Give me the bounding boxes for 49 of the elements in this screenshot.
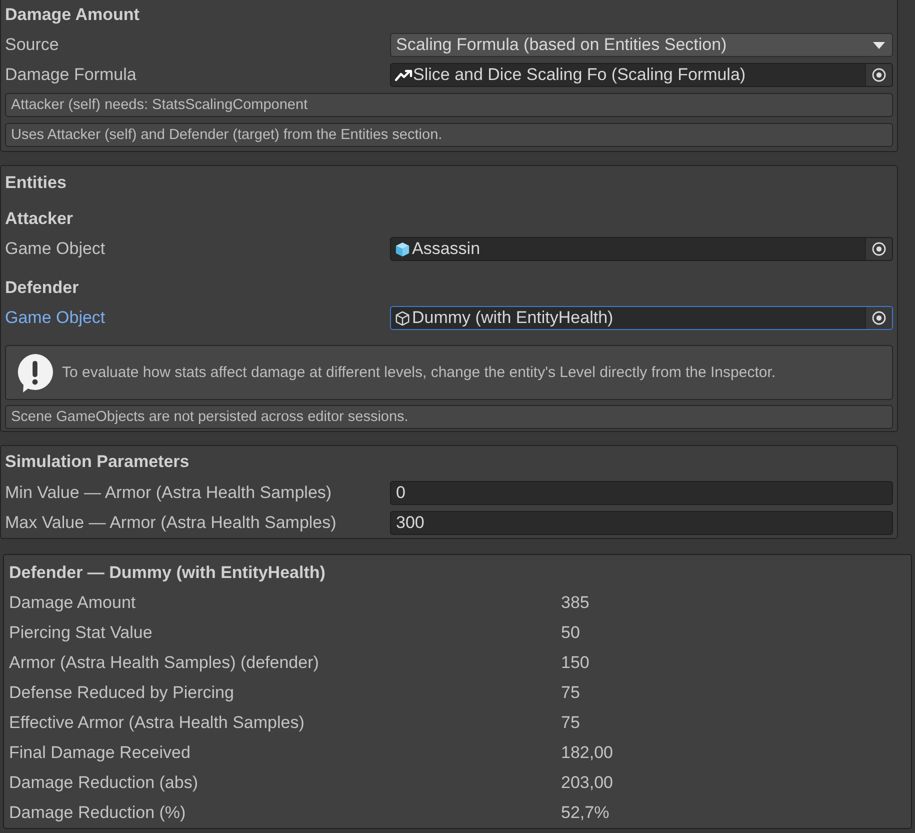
help-note: Scene GameObjects are not persisted across editor sessions. [5, 405, 893, 429]
object-picker-button[interactable] [865, 64, 892, 86]
object-field[interactable]: Assassin [390, 237, 893, 261]
field-label: Max Value — Armor (Astra Health Samples) [4, 513, 336, 533]
formula-field[interactable]: Slice and Dice Scaling Fo (Scaling Formula) [390, 63, 893, 87]
section-title: Damage Amount [4, 4, 140, 26]
warning-text: To evaluate how stats affect damage at different levels, change the entity's Level directly from the Inspector. [62, 364, 776, 381]
help-note: Attacker (self) needs: StatsScalingComponent [5, 93, 893, 117]
field-label: Min Value — Armor (Astra Health Samples) [4, 483, 332, 503]
result-label: Damage Reduction (abs) [9, 773, 198, 793]
result-label: Damage Amount [9, 593, 136, 613]
section-title: Entities [4, 172, 66, 194]
object-picker-button[interactable] [865, 238, 892, 260]
result-label: Armor (Astra Health Samples) (defender) [9, 653, 319, 673]
result-value: 52,7% [561, 803, 610, 823]
field-label: Damage Formula [4, 65, 136, 85]
object-field[interactable]: Dummy (with EntityHealth) [390, 306, 893, 330]
result-value: 75 [561, 683, 580, 703]
section-title: Simulation Parameters [4, 451, 190, 473]
result-value: 182,00 [561, 743, 613, 763]
field-label: Source [4, 35, 59, 55]
results-title: Defender — Dummy (with EntityHealth) [9, 562, 326, 584]
dropdown[interactable]: Scaling Formula (based on Entities Section) [390, 33, 893, 57]
result-value: 75 [561, 713, 580, 733]
object-picker-button[interactable] [865, 307, 892, 329]
cube-icon [395, 242, 410, 256]
group-title: Defender [4, 277, 79, 299]
trend-line-icon [395, 69, 413, 81]
result-value: 50 [561, 623, 580, 643]
result-value: 203,00 [561, 773, 613, 793]
caret-icon [873, 42, 885, 48]
cube-outline-icon [395, 310, 410, 326]
result-label: Defense Reduced by Piercing [9, 683, 234, 703]
help-note: Uses Attacker (self) and Defender (target) from the Entities section. [5, 123, 893, 147]
field-label: Game Object [4, 308, 106, 328]
result-label: Final Damage Received [9, 743, 190, 763]
result-label: Effective Armor (Astra Health Samples) [9, 713, 304, 733]
result-label: Damage Reduction (%) [9, 803, 186, 823]
number-field[interactable]: 300 [390, 511, 893, 535]
target-icon [872, 311, 886, 325]
result-label: Piercing Stat Value [9, 623, 152, 643]
result-value: 385 [561, 593, 590, 613]
number-field[interactable]: 0 [390, 481, 893, 505]
group-title: Attacker [4, 208, 74, 230]
field-label: Game Object [4, 239, 106, 259]
result-value: 150 [561, 653, 590, 673]
warning-icon [16, 352, 54, 392]
target-icon [872, 68, 886, 82]
target-icon [872, 242, 886, 256]
